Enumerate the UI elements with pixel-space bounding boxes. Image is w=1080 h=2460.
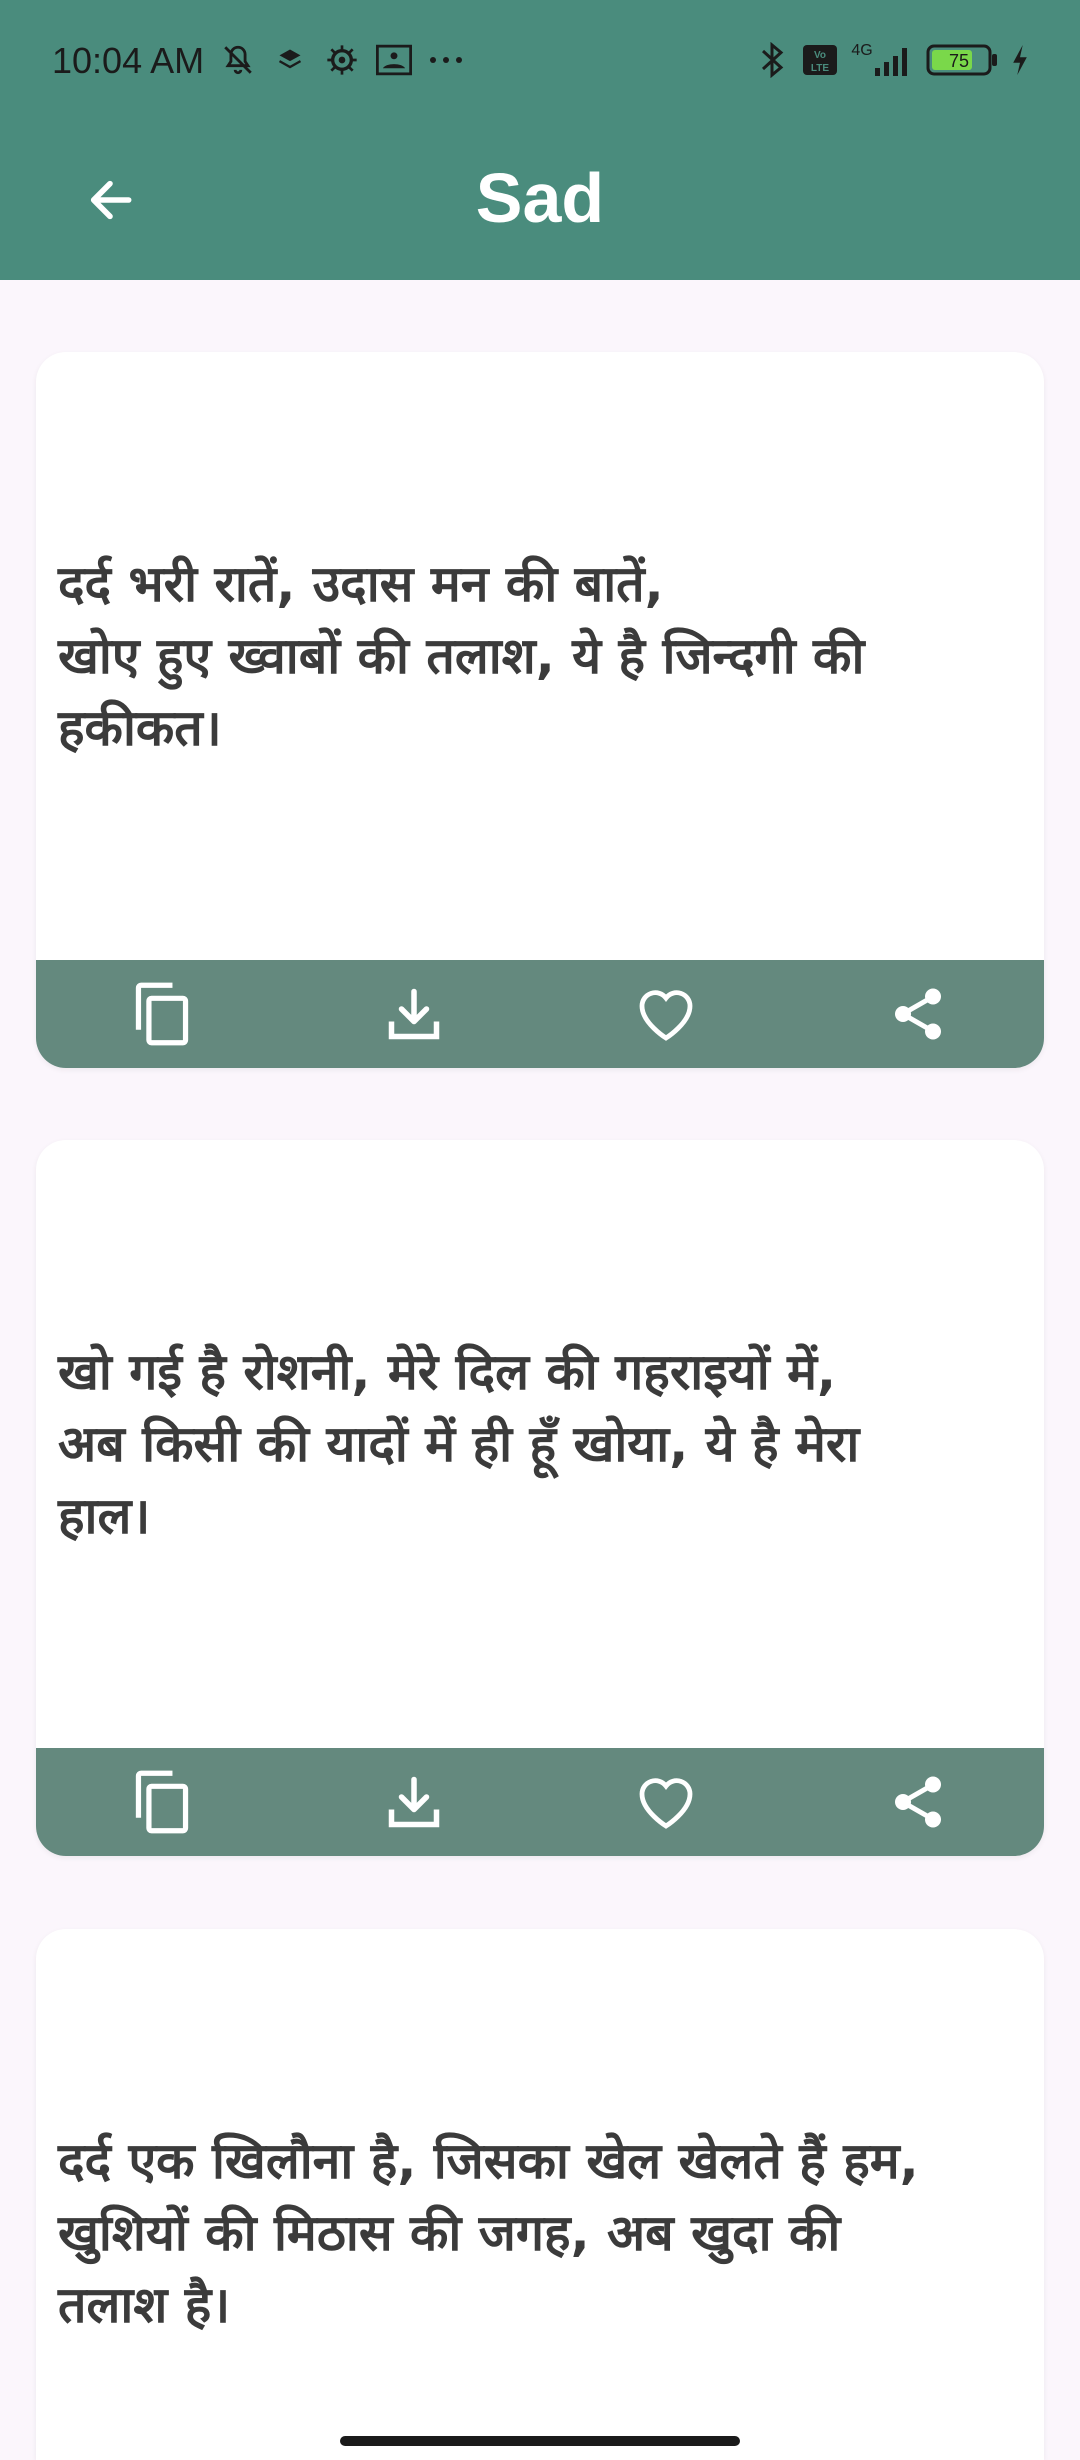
favorite-icon (639, 990, 693, 1041)
bluetooth-icon (754, 42, 790, 78)
battery-icon: 75 (926, 42, 998, 78)
quote-text: दर्द एक खिलौना है, जिसका खेल खेलते हैं ह… (58, 2132, 919, 2334)
download-icon (388, 988, 440, 1040)
quote-card: दर्द एक खिलौना है, जिसका खेल खेलते हैं ह… (36, 1929, 1044, 2460)
share-button[interactable] (863, 1748, 973, 1856)
app-bar: Sad (0, 130, 1080, 280)
home-indicator[interactable] (340, 2436, 740, 2446)
download-icon (388, 1776, 440, 1828)
copy-icon (135, 1770, 189, 1834)
quote-action-bar (36, 1748, 1044, 1856)
quote-text: खो गई है रोशनी, मेरे दिल की गहराइयों में… (58, 1343, 860, 1545)
battery-level: 75 (949, 51, 969, 71)
status-time: 10:04 AM (52, 40, 205, 81)
signal-4g-icon: 4G (850, 42, 914, 78)
copy-button[interactable] (107, 960, 217, 1068)
status-right-icons: Vo LTE 4G 75 (754, 42, 1030, 78)
mute-icon (220, 42, 256, 78)
share-icon (895, 1776, 941, 1828)
quote-action-bar (36, 960, 1044, 1068)
download-button[interactable] (359, 1748, 469, 1856)
settings-icon (324, 42, 360, 78)
svg-text:Vo: Vo (814, 50, 826, 61)
copy-icon (135, 982, 189, 1046)
share-icon (895, 988, 941, 1040)
quote-card: दर्द भरी रातें, उदास मन की बातें, खोए हु… (36, 352, 1044, 1068)
copy-button[interactable] (107, 1748, 217, 1856)
more-dots-icon (428, 42, 464, 78)
page-title: Sad (475, 159, 605, 237)
favorite-button[interactable] (611, 960, 721, 1068)
gallery-icon (376, 42, 412, 78)
status-bar: 10:04 AM Vo LTE 4G 75 (0, 0, 1080, 130)
share-button[interactable] (863, 960, 973, 1068)
volte-icon: Vo LTE (802, 42, 838, 78)
quote-text: दर्द भरी रातें, उदास मन की बातें, खोए हु… (58, 555, 865, 757)
favorite-icon (639, 1778, 693, 1829)
quote-card: खो गई है रोशनी, मेरे दिल की गहराइयों में… (36, 1140, 1044, 1856)
status-left-icons (220, 42, 464, 78)
charging-icon (1010, 42, 1030, 78)
favorite-button[interactable] (611, 1748, 721, 1856)
svg-text:LTE: LTE (811, 63, 829, 74)
network-label: 4G (851, 42, 873, 59)
download-button[interactable] (359, 960, 469, 1068)
layers-icon (272, 42, 308, 78)
